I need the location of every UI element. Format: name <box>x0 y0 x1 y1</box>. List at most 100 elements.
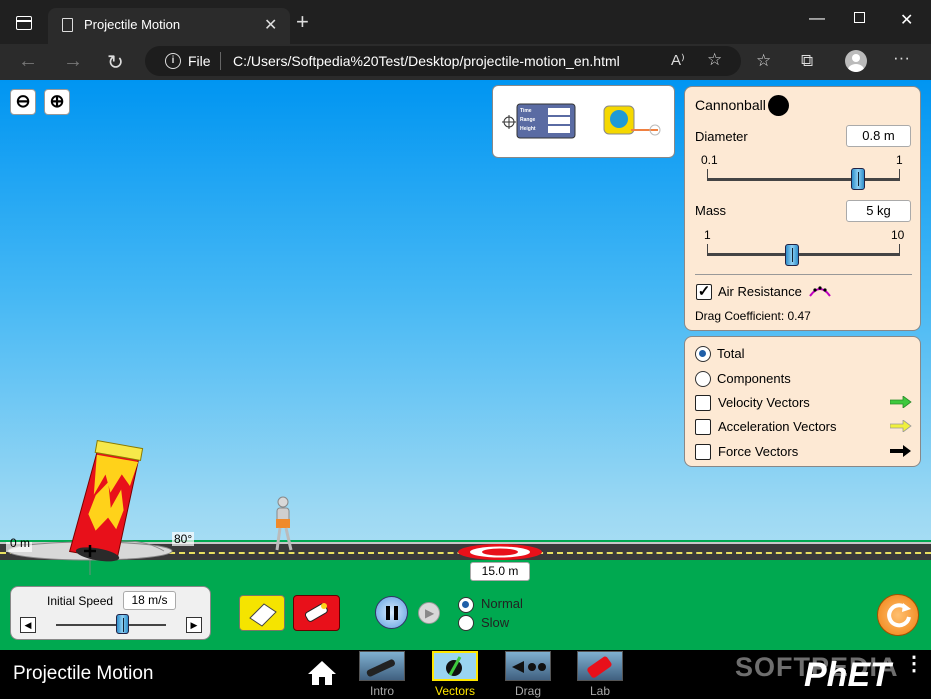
pause-icon-bar-left <box>386 606 390 620</box>
new-tab-icon[interactable]: + <box>296 11 309 33</box>
components-label: Components <box>717 371 791 386</box>
normal-speed-radio[interactable] <box>458 597 474 613</box>
force-vectors-checkbox[interactable] <box>695 444 711 460</box>
vectors-screen-icon <box>446 656 462 676</box>
fire-button[interactable] <box>293 595 340 631</box>
title-bar: Projectile Motion ✕ + — ✕ <box>0 0 931 44</box>
force-vectors-label: Force Vectors <box>718 444 799 459</box>
cannonball-icon <box>768 95 789 116</box>
browser-window: Projectile Motion ✕ + — ✕ ← → ↻ i File C… <box>0 0 931 699</box>
readout-height-label: Height <box>520 126 536 132</box>
diameter-tick-max <box>899 169 900 181</box>
intro-screen-button[interactable] <box>359 651 405 681</box>
url-scheme-label: File <box>188 53 211 69</box>
close-tab-icon[interactable]: ✕ <box>264 15 277 35</box>
mass-tick-max <box>899 244 900 256</box>
add-favorite-icon[interactable]: ☆ <box>707 50 722 70</box>
initial-speed-label: Initial Speed <box>47 594 114 608</box>
document-icon <box>62 18 73 32</box>
profile-avatar[interactable] <box>845 50 867 72</box>
refresh-icon[interactable]: ↻ <box>107 50 124 75</box>
forward-icon[interactable]: → <box>63 50 83 73</box>
diameter-slider-track[interactable] <box>707 178 900 181</box>
favorites-icon[interactable]: ☆ <box>756 51 771 71</box>
more-menu-icon[interactable]: ··· <box>893 48 910 68</box>
angle-label: 80° <box>172 532 195 546</box>
mass-label: Mass <box>695 203 727 218</box>
readout-time-label: Time <box>520 108 532 114</box>
normal-speed-label: Normal <box>481 596 523 611</box>
tools-box: Time Range Height <box>492 85 675 158</box>
url-field[interactable]: i File C:/Users/Softpedia%20Test/Desktop… <box>145 46 741 76</box>
vectors-panel: Total Components Velocity Vectors Accele… <box>684 336 921 467</box>
velocity-vectors-checkbox[interactable] <box>695 395 711 411</box>
read-aloud-icon[interactable]: A⁾ <box>671 51 685 69</box>
diameter-value[interactable]: 0.8 m <box>846 125 911 147</box>
drag-coefficient-label: Drag Coefficient: 0.47 <box>695 309 811 323</box>
slow-speed-radio[interactable] <box>458 615 474 631</box>
zoom-in-icon[interactable]: ⊕ <box>44 89 70 115</box>
initial-speed-value[interactable]: 18 m/s <box>123 591 176 610</box>
pause-button[interactable] <box>375 596 408 629</box>
acceleration-vectors-checkbox[interactable] <box>695 419 711 435</box>
url-divider <box>220 52 221 70</box>
diameter-min-label: 0.1 <box>701 153 718 167</box>
tape-measure-tool[interactable] <box>603 105 661 136</box>
diameter-max-label: 1 <box>896 153 903 167</box>
drag-screen-button[interactable] <box>505 651 551 681</box>
stopwatch-readout-tool[interactable] <box>502 103 576 139</box>
speed-slider-thumb[interactable] <box>115 614 129 634</box>
url-text: C:/Users/Softpedia%20Test/Desktop/projec… <box>233 53 620 69</box>
air-resistance-label: Air Resistance <box>718 284 802 299</box>
window-menu-icon[interactable] <box>16 16 32 30</box>
browser-tab[interactable]: Projectile Motion ✕ <box>48 8 290 44</box>
speed-decrease-button[interactable]: ◀ <box>20 617 36 633</box>
total-label: Total <box>717 346 745 361</box>
eraser-icon <box>249 603 277 627</box>
intro-screen-label: Intro <box>369 684 394 698</box>
air-resistance-checkbox[interactable]: ✓ <box>696 284 712 300</box>
components-radio[interactable] <box>695 371 711 387</box>
target-distance: 15.0 m <box>470 562 530 581</box>
phet-menu-icon[interactable]: ⋮ <box>904 654 924 674</box>
readout-range-label: Range <box>520 117 536 123</box>
tab-title: Projectile Motion <box>84 17 181 32</box>
pause-icon-bar-right <box>394 606 398 620</box>
address-bar: ← → ↻ i File C:/Users/Softpedia%20Test/D… <box>0 44 931 80</box>
projectile-type-label[interactable]: Cannonball <box>695 97 766 113</box>
mass-slider-thumb[interactable] <box>784 244 799 266</box>
lab-screen-button[interactable] <box>577 651 623 681</box>
step-button[interactable]: ▶ <box>418 602 440 624</box>
collections-icon[interactable]: ⧉ <box>801 51 813 71</box>
speed-slider-track[interactable] <box>56 624 166 626</box>
speed-increase-button[interactable]: ▶ <box>186 617 202 633</box>
lab-screen-icon <box>587 656 612 678</box>
zoom-out-icon[interactable]: ⊖ <box>10 89 36 115</box>
maximize-icon[interactable] <box>854 12 865 23</box>
target[interactable] <box>456 542 544 562</box>
vectors-screen-button[interactable] <box>432 651 478 681</box>
phet-navigation-bar: Projectile Motion Intro Vectors Drag Lab… <box>0 650 931 699</box>
diameter-label: Diameter <box>695 129 748 144</box>
person-figure <box>275 496 293 551</box>
readout-labels: Time Range Height <box>520 107 536 134</box>
info-icon[interactable]: i <box>165 53 181 69</box>
velocity-arrow-icon <box>890 396 912 408</box>
mass-slider-track[interactable] <box>707 253 900 256</box>
phet-logo[interactable]: PhET <box>804 656 891 695</box>
eraser-button[interactable] <box>239 595 285 631</box>
air-resistance-icon <box>809 286 831 297</box>
reset-button[interactable] <box>877 594 919 636</box>
close-window-icon[interactable]: ✕ <box>900 10 913 30</box>
home-icon[interactable] <box>307 659 337 687</box>
mass-value[interactable]: 5 kg <box>846 200 911 222</box>
vectors-screen-label: Vectors <box>434 684 476 698</box>
minimize-icon[interactable]: — <box>809 10 825 28</box>
panel-divider <box>695 274 912 275</box>
total-radio[interactable] <box>695 346 711 362</box>
fire-cannon-icon <box>304 603 328 622</box>
back-icon[interactable]: ← <box>18 50 38 73</box>
cannon-scene <box>6 440 173 575</box>
diameter-slider-thumb[interactable] <box>850 168 865 190</box>
simulation-canvas: ⊖ ⊕ Time Range Height Cannonball Diamete… <box>0 80 931 699</box>
